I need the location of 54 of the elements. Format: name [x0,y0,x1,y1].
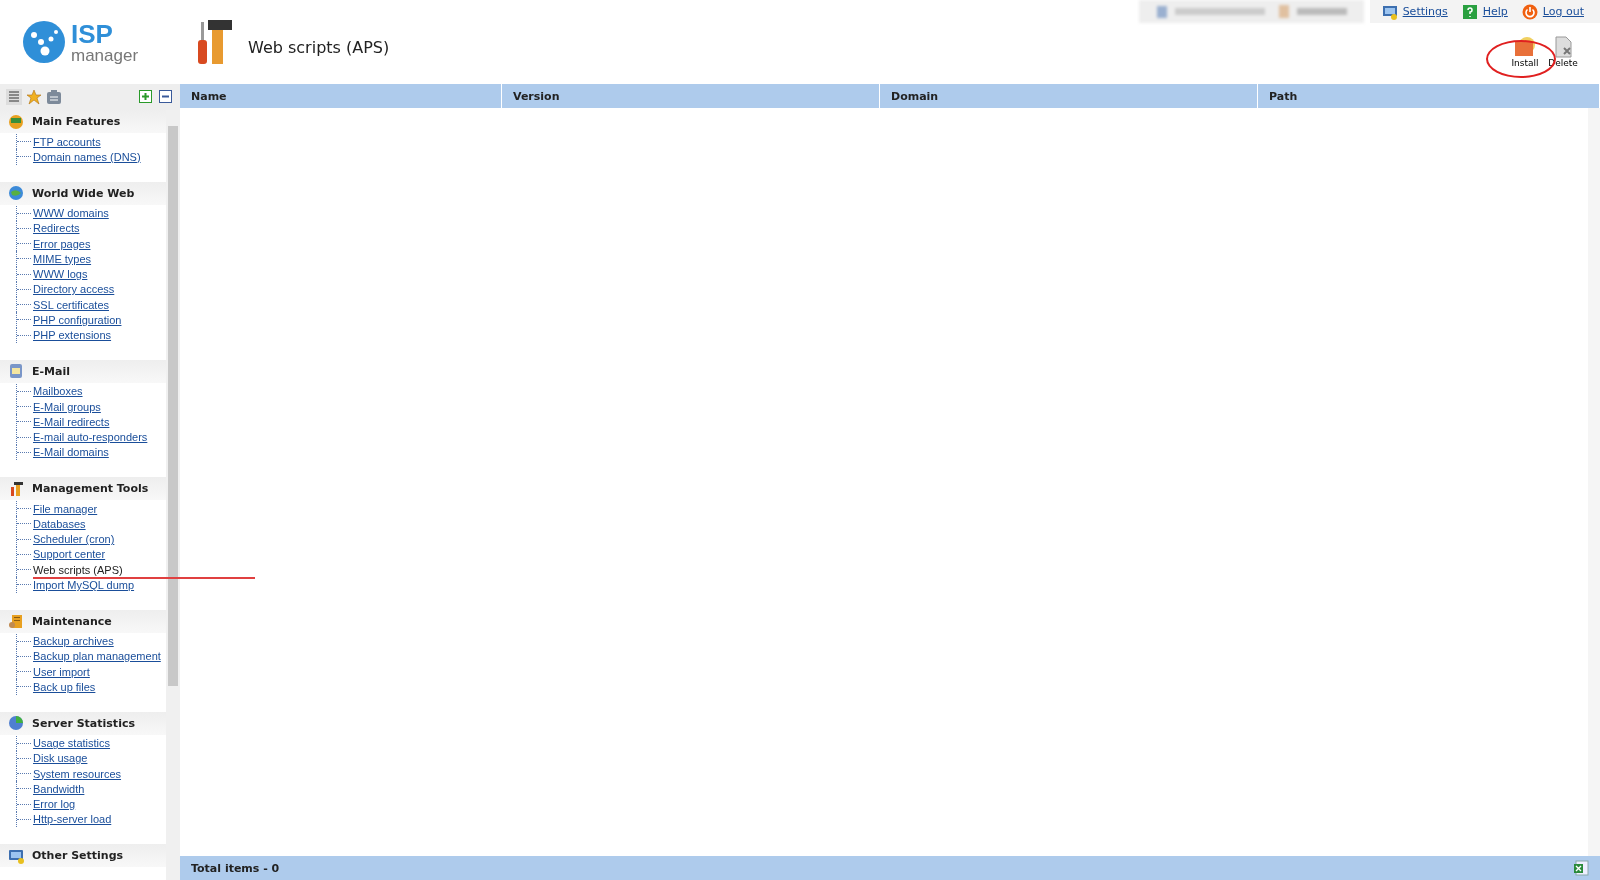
sidebar-link[interactable]: Domain names (DNS) [33,150,141,163]
section-header[interactable]: World Wide Web [0,181,166,205]
sidebar-link[interactable]: WWW logs [33,268,88,281]
section-header[interactable]: Main Features [0,110,166,133]
sidebar-link[interactable]: E-Mail domains [33,446,109,459]
sidebar-link[interactable]: Redirects [33,222,80,235]
sidebar-link[interactable]: MIME types [33,252,92,265]
sidebar-link[interactable]: E-mail auto-responders [33,431,148,444]
settings-link[interactable]: Settings [1381,3,1448,20]
section-title: E-Mail [32,364,70,378]
sidebar-link[interactable]: Import MySQL dump [33,578,135,591]
logo-subtitle: manager [71,46,139,64]
install-button[interactable]: Install [1508,36,1542,68]
section-header[interactable]: E-Mail [0,359,166,383]
sidebar-link[interactable]: File manager [33,502,98,515]
sidebar-link[interactable]: E-Mail redirects [33,415,110,428]
sidebar-link[interactable]: Disk usage [33,752,88,765]
section-title: World Wide Web [32,186,135,200]
sidebar-link[interactable]: Backup plan management [33,650,161,663]
section-header[interactable]: Server Statistics [0,711,166,735]
sidebar-link[interactable]: Http-server load [33,813,112,826]
sidebar-link[interactable]: Support center [33,548,106,561]
sidebar-link[interactable]: Error log [33,798,76,811]
section-header[interactable]: Management Tools [0,477,166,500]
page-title: Web scripts (APS) [248,37,390,57]
sidebar-link[interactable]: Scheduler (cron) [33,533,115,546]
section-header[interactable]: Other Settings [0,844,166,867]
help-link[interactable]: Help [1461,3,1508,20]
sidebar-link[interactable]: Bandwidth [33,782,85,795]
sidebar-link[interactable]: Directory access [33,283,115,296]
logo-title: ISP [71,20,114,47]
sidebar-link[interactable]: PHP configuration [33,313,122,326]
sidebar-link[interactable]: Error pages [33,237,91,250]
section-title: Other Settings [32,849,124,862]
section-header[interactable]: Maintenance [0,609,166,633]
sidebar-link[interactable]: FTP accounts [33,135,101,148]
sidebar-link[interactable]: E-Mail groups [33,400,101,413]
section-title: Server Statistics [32,716,135,730]
sidebar-link[interactable]: Back up files [33,680,96,693]
sidebar-link[interactable]: Web scripts (APS) [33,563,123,576]
sidebar-link[interactable]: Backup archives [33,635,114,648]
sidebar-link[interactable]: SSL certificates [33,298,109,311]
sidebar-link[interactable]: User import [33,665,90,678]
total-items: Total items - 0 [191,861,280,875]
sidebar-link[interactable]: Databases [33,517,86,530]
sidebar-link[interactable]: Usage statistics [33,737,111,750]
sidebar-link[interactable]: System resources [33,767,122,780]
sidebar-link[interactable]: Mailboxes [33,385,83,398]
sidebar-link[interactable]: WWW domains [33,207,109,220]
section-title: Maintenance [32,614,112,628]
sidebar-link[interactable]: PHP extensions [33,329,112,342]
section-title: Main Features [32,115,121,128]
logout-link[interactable]: Log out [1521,3,1584,20]
section-title: Management Tools [32,482,149,495]
